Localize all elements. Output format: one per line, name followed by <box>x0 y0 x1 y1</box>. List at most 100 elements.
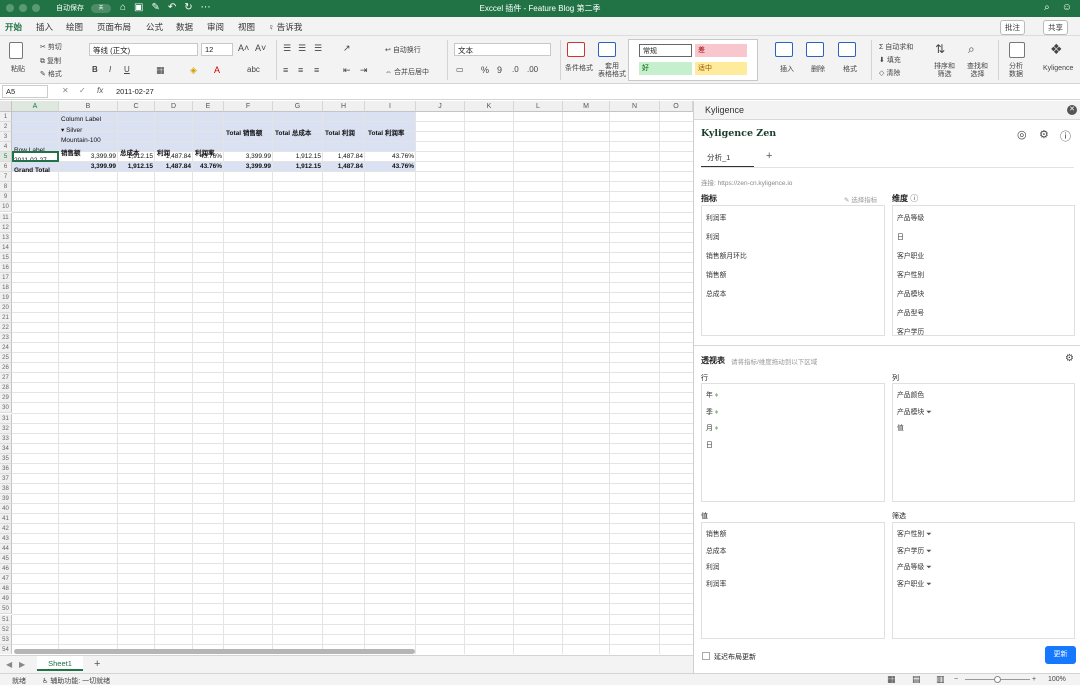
row-header[interactable]: 35 <box>0 453 12 464</box>
row-header[interactable]: 27 <box>0 373 12 384</box>
tab-insert[interactable]: 插入 <box>36 21 53 33</box>
row-header[interactable]: 18 <box>0 282 12 293</box>
zoom-in-icon[interactable]: + <box>1032 676 1036 683</box>
style-good[interactable]: 好 <box>639 62 692 75</box>
filter-field-item[interactable]: 客户学历 ⏷ <box>897 545 932 556</box>
row-header[interactable]: 31 <box>0 413 12 424</box>
select-all-corner[interactable] <box>0 101 12 112</box>
decrease-font-icon[interactable]: A˅ <box>255 43 266 53</box>
autosum-button[interactable]: Σ 自动求和 <box>879 42 913 52</box>
row-header[interactable]: 17 <box>0 272 12 283</box>
update-button[interactable]: 更新 <box>1045 646 1076 664</box>
pivot-value-cell[interactable]: 3,399.99 <box>221 153 271 160</box>
clear-button[interactable]: ◇ 清除 <box>879 68 900 78</box>
row-header[interactable]: 50 <box>0 604 12 615</box>
conditional-format-icon[interactable] <box>567 42 585 59</box>
row-header[interactable]: 22 <box>0 323 12 334</box>
filter-field-item[interactable]: 客户性别 ⏷ <box>897 528 932 539</box>
row-header[interactable]: 15 <box>0 252 12 263</box>
orientation-icon[interactable]: ↗ <box>343 43 351 54</box>
delete-cells-icon[interactable] <box>806 42 824 59</box>
column-header-d[interactable]: D <box>155 101 193 112</box>
row-header[interactable]: 40 <box>0 503 12 514</box>
sort-filter-label[interactable]: 排序和 筛选 <box>934 63 955 79</box>
filter-icon[interactable]: ⏷ <box>924 564 932 571</box>
dimension-item[interactable]: 客户职业 <box>897 250 924 260</box>
analysis-tab[interactable]: 分析_1 <box>707 152 730 163</box>
align-bottom-icon[interactable]: ☰ <box>314 43 322 54</box>
style-normal[interactable]: 常规 <box>639 44 692 57</box>
close-pane-icon[interactable]: ✕ <box>1067 105 1077 115</box>
row-header[interactable]: 13 <box>0 232 12 243</box>
metric-item[interactable]: 总成本 <box>706 288 726 298</box>
conditional-format-label[interactable]: 条件格式 <box>565 63 593 73</box>
row-header[interactable]: 20 <box>0 302 12 313</box>
tab-formulas[interactable]: 公式 <box>146 21 163 33</box>
filter-field-item[interactable]: 产品等级 ⏷ <box>897 561 932 572</box>
column-header-m[interactable]: M <box>563 101 610 112</box>
copy-button[interactable]: ⧉ 复制 <box>40 56 61 66</box>
tab-review[interactable]: 审阅 <box>207 21 224 33</box>
paste-label[interactable]: 粘贴 <box>11 64 25 74</box>
cell-styles-gallery[interactable]: 常规 差 好 适中 <box>628 39 758 81</box>
filter-icon[interactable]: ⏷ <box>924 531 932 538</box>
dimension-item[interactable]: 产品等级 <box>897 212 924 222</box>
underline-icon[interactable]: U <box>124 65 130 74</box>
zoom-slider-thumb[interactable] <box>994 676 1001 683</box>
row-header[interactable]: 30 <box>0 403 12 414</box>
row-header[interactable]: 37 <box>0 473 12 484</box>
indent-increase-icon[interactable]: ⇥ <box>360 65 368 76</box>
selected-cell-a5[interactable] <box>12 151 59 163</box>
cut-button[interactable]: ✂ 剪切 <box>40 42 62 52</box>
row-header[interactable]: 14 <box>0 242 12 253</box>
tab-home[interactable]: 开始 <box>5 21 23 38</box>
percent-icon[interactable]: % <box>481 65 489 75</box>
tab-draw[interactable]: 绘图 <box>66 21 83 33</box>
column-header-n[interactable]: N <box>610 101 660 112</box>
column-header-j[interactable]: J <box>416 101 465 112</box>
values-dropzone[interactable] <box>701 522 885 639</box>
row-header[interactable]: 46 <box>0 564 12 575</box>
page-break-view-icon[interactable]: ▥ <box>936 674 945 685</box>
row-header[interactable]: 9 <box>0 192 12 203</box>
next-sheet-icon[interactable]: ▶ <box>19 660 25 669</box>
table-format-icon[interactable] <box>598 42 616 59</box>
analyze-data-label[interactable]: 分析 数据 <box>1009 63 1023 79</box>
row-header[interactable]: 25 <box>0 353 12 364</box>
row-header[interactable]: 33 <box>0 433 12 444</box>
column-header-o[interactable]: O <box>660 101 693 112</box>
filter-icon[interactable]: ⏷ <box>924 548 932 555</box>
dimension-item[interactable]: 产品型号 <box>897 307 924 317</box>
currency-icon[interactable]: ▭ <box>456 65 464 74</box>
row-header[interactable]: 8 <box>0 182 12 193</box>
kyligence-logo-icon[interactable]: ❖ <box>1050 41 1063 58</box>
font-size-select[interactable]: 12 <box>201 43 233 56</box>
add-analysis-icon[interactable]: + <box>766 150 772 162</box>
globe-icon[interactable]: ◎ <box>1017 128 1027 141</box>
find-select-label[interactable]: 查找和 选择 <box>967 63 988 79</box>
column-field-item[interactable]: 产品模块 ⏷ <box>897 406 932 417</box>
fill-button[interactable]: ⬇ 填充 <box>879 55 901 65</box>
insert-cells-icon[interactable] <box>775 42 793 59</box>
row-header[interactable]: 21 <box>0 313 12 324</box>
metric-item[interactable]: 销售额月环比 <box>706 250 747 260</box>
format-painter-button[interactable]: ✎ 格式 <box>40 69 62 79</box>
row-header[interactable]: 11 <box>0 212 12 223</box>
columns-dropzone[interactable] <box>892 383 1075 502</box>
info-icon[interactable]: ⓘ <box>1060 128 1071 144</box>
hierarchy-icon[interactable]: ♦ <box>713 409 719 416</box>
align-left-icon[interactable]: ≡ <box>283 65 288 75</box>
fx-icon[interactable]: fx <box>97 86 103 95</box>
spreadsheet-grid[interactable]: ABCDEFGHIJKLMNO 1 2 3 4 5 6 7 8 9 10 11 12 13 14 15 16 1… <box>0 101 693 654</box>
row-header[interactable]: 23 <box>0 333 12 344</box>
row-header[interactable]: 38 <box>0 483 12 494</box>
column-header-l[interactable]: L <box>514 101 563 112</box>
increase-font-icon[interactable]: A˄ <box>238 43 249 53</box>
normal-view-icon[interactable]: ▦ <box>887 674 896 685</box>
row-header[interactable]: 36 <box>0 463 12 474</box>
tab-tell-me[interactable]: ♀ 告诉我 <box>268 21 302 33</box>
row-field-item[interactable]: 月 ♦ <box>706 422 718 432</box>
row-header[interactable]: 54 <box>0 644 12 654</box>
metric-item[interactable]: 销售额 <box>706 269 726 279</box>
formula-input[interactable]: 2011-02-27 <box>116 87 154 96</box>
